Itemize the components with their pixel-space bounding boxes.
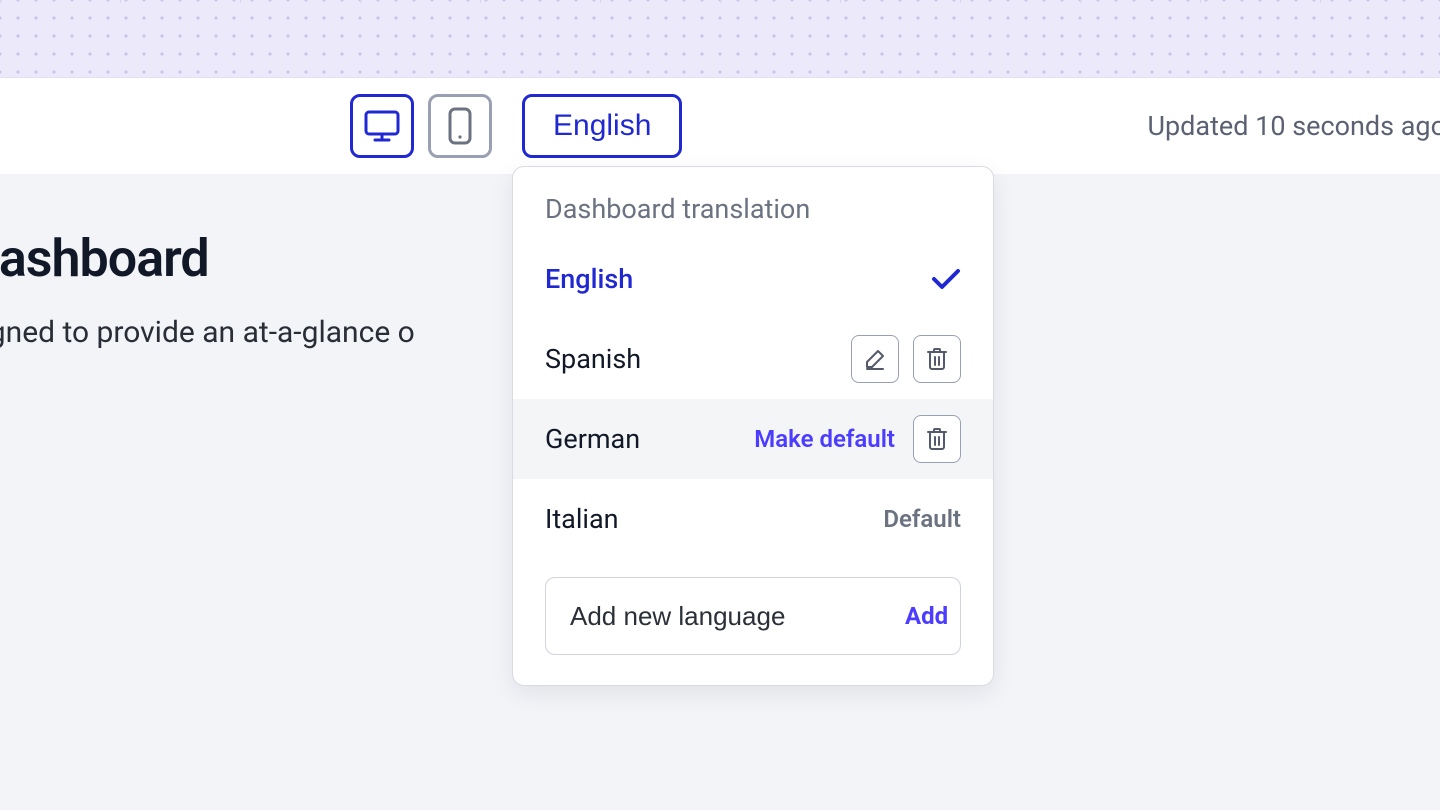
mobile-icon xyxy=(447,106,473,146)
language-row-english[interactable]: English xyxy=(513,239,993,319)
add-language-button[interactable]: Add xyxy=(905,602,948,630)
design-canvas-strip xyxy=(0,0,1440,78)
mobile-view-button[interactable] xyxy=(428,94,492,158)
desktop-view-button[interactable] xyxy=(350,94,414,158)
page-content: Dashboard signed to provide an at-a-glan… xyxy=(0,174,1440,350)
language-name: Spanish xyxy=(545,343,641,375)
delete-language-button[interactable] xyxy=(913,335,961,383)
editor-toolbar: English Updated 10 seconds ago xyxy=(0,78,1440,174)
add-language-row: Add xyxy=(545,577,961,655)
add-language-section: Add xyxy=(513,559,993,685)
language-name: German xyxy=(545,423,640,455)
language-dropdown-label: English xyxy=(553,109,651,143)
desktop-icon xyxy=(363,109,401,143)
language-name: English xyxy=(545,263,633,295)
add-language-input[interactable] xyxy=(570,601,905,632)
language-row-spanish[interactable]: Spanish xyxy=(513,319,993,399)
translation-dropdown-panel: Dashboard translation English Spanish xyxy=(512,166,994,686)
language-row-italian[interactable]: Italian Default xyxy=(513,479,993,559)
viewport-toggle-group: English xyxy=(350,94,682,158)
trash-icon xyxy=(926,347,948,371)
check-icon xyxy=(931,267,961,291)
trash-icon xyxy=(926,427,948,451)
default-badge: Default xyxy=(883,505,961,533)
translation-panel-header: Dashboard translation xyxy=(513,167,993,239)
pencil-icon xyxy=(863,347,887,371)
delete-language-button[interactable] xyxy=(913,415,961,463)
edit-language-button[interactable] xyxy=(851,335,899,383)
last-updated-label: Updated 10 seconds ago xyxy=(1147,110,1440,142)
language-dropdown-button[interactable]: English xyxy=(522,94,682,158)
language-row-german[interactable]: German Make default xyxy=(513,399,993,479)
make-default-button[interactable]: Make default xyxy=(754,425,895,453)
language-name: Italian xyxy=(545,503,619,535)
